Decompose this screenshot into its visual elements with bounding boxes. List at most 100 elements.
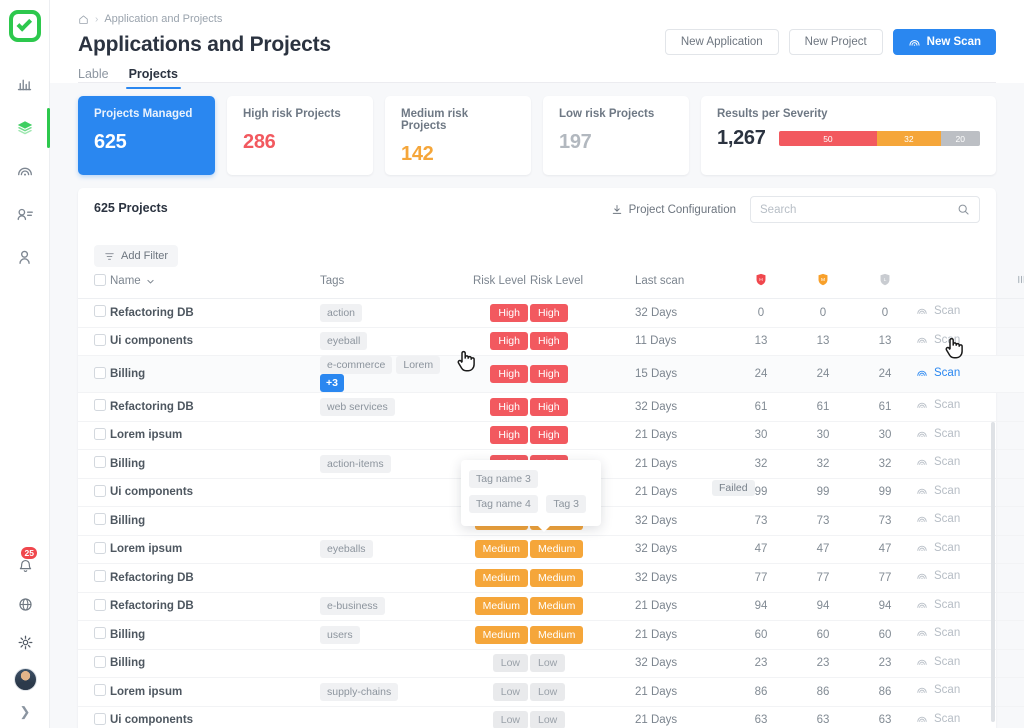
popover-tag[interactable]: Tag name 3	[469, 470, 538, 488]
scan-button[interactable]: Scan	[916, 570, 960, 582]
column-options-button[interactable]	[1006, 267, 1024, 299]
row-checkbox[interactable]	[94, 627, 106, 639]
tag-chip[interactable]: Lorem	[396, 356, 440, 374]
sidebar-item-projects[interactable]	[0, 111, 50, 144]
tag-chip[interactable]: supply-chains	[320, 683, 398, 701]
sidebar-item-dashboard[interactable]	[0, 68, 50, 101]
avatar[interactable]	[14, 668, 37, 691]
globe-button[interactable]	[13, 592, 37, 616]
row-name[interactable]: Billing	[110, 621, 320, 650]
column-header-low-severity[interactable]: L	[854, 267, 916, 299]
column-header-risk-level-1[interactable]: Risk Level	[470, 267, 530, 299]
tag-chip[interactable]: action	[320, 304, 362, 322]
row-name[interactable]: Billing	[110, 356, 320, 393]
row-scan-action[interactable]: Scan	[916, 393, 1006, 422]
table-scrollbar[interactable]	[991, 422, 995, 722]
tag-chip[interactable]: users	[320, 626, 360, 644]
table-row[interactable]: BillingLowLow32 Days232323Scan	[78, 649, 1024, 678]
tag-chip[interactable]: e-commerce	[320, 356, 392, 374]
scan-button[interactable]: Scan	[916, 367, 960, 379]
tab-projects[interactable]: Projects	[129, 67, 178, 89]
row-name[interactable]: Lorem ipsum	[110, 678, 320, 707]
row-checkbox[interactable]	[94, 656, 106, 668]
card-projects-managed[interactable]: Projects Managed 625	[78, 96, 215, 175]
tag-chip[interactable]: eyeball	[320, 332, 367, 350]
scan-button[interactable]: Scan	[916, 456, 960, 468]
row-checkbox[interactable]	[94, 456, 106, 468]
row-checkbox[interactable]	[94, 542, 106, 554]
tag-chip[interactable]: e-business	[320, 597, 385, 615]
row-scan-action[interactable]: Scan	[916, 356, 1006, 393]
tag-chip[interactable]: web services	[320, 398, 395, 416]
row-name[interactable]: Refactoring DB	[110, 299, 320, 328]
column-header-tags[interactable]: Tags	[320, 267, 470, 299]
column-header-risk-level-2[interactable]: Risk Level	[530, 267, 635, 299]
table-row[interactable]: Billinge-commerceLorem+3HighHigh15 Days2…	[78, 356, 1024, 393]
tab-lable[interactable]: Lable	[78, 67, 109, 89]
tag-chip[interactable]: eyeballs	[320, 540, 373, 558]
row-scan-action[interactable]: Scan	[916, 299, 1006, 328]
column-header-name[interactable]: Name	[110, 267, 320, 299]
card-low-risk-projects[interactable]: Low risk Projects 197	[543, 96, 689, 175]
row-name[interactable]: Ui components	[110, 478, 320, 507]
scan-button[interactable]: Scan	[916, 485, 960, 497]
row-checkbox[interactable]	[94, 305, 106, 317]
new-project-button[interactable]: New Project	[789, 29, 883, 55]
project-configuration-button[interactable]: Project Configuration	[611, 204, 736, 216]
app-logo[interactable]	[9, 10, 41, 42]
column-header-last-scan[interactable]: Last scan	[635, 267, 730, 299]
settings-button[interactable]	[13, 630, 37, 654]
scan-button[interactable]: Scan	[916, 513, 960, 525]
add-filter-button[interactable]: Add Filter	[94, 245, 178, 267]
row-name[interactable]: Refactoring DB	[110, 592, 320, 621]
table-row[interactable]: Ui componentseyeballHighHigh11 Days13131…	[78, 327, 1024, 356]
table-row[interactable]: Refactoring DBMediumMedium32 Days777777S…	[78, 564, 1024, 593]
scan-button[interactable]: Scan	[916, 334, 960, 346]
scan-button[interactable]: Scan	[916, 542, 960, 554]
popover-tag[interactable]: Tag name 4	[469, 495, 538, 513]
scan-button[interactable]: Scan	[916, 713, 960, 725]
row-name[interactable]: Ui components	[110, 706, 320, 728]
search-box[interactable]	[750, 196, 980, 223]
table-row[interactable]: Refactoring DBe-businessMediumMedium21 D…	[78, 592, 1024, 621]
row-checkbox[interactable]	[94, 570, 106, 582]
table-row[interactable]: Ui componentsLowLow21 Days636363Scan	[78, 706, 1024, 728]
row-checkbox[interactable]	[94, 399, 106, 411]
sidebar-item-access[interactable]	[0, 197, 50, 230]
row-name[interactable]: Lorem ipsum	[110, 421, 320, 450]
row-name[interactable]: Billing	[110, 649, 320, 678]
tag-more-chip[interactable]: +3	[320, 374, 344, 392]
scan-button[interactable]: Scan	[916, 305, 960, 317]
row-checkbox[interactable]	[94, 599, 106, 611]
scan-button[interactable]: Scan	[916, 428, 960, 440]
table-row[interactable]: Lorem ipsumsupply-chainsLowLow21 Days868…	[78, 678, 1024, 707]
row-checkbox[interactable]	[94, 367, 106, 379]
popover-tag[interactable]: Tag 3	[546, 495, 586, 513]
card-high-risk-projects[interactable]: High risk Projects 286	[227, 96, 373, 175]
select-all-checkbox[interactable]	[94, 274, 106, 286]
row-checkbox[interactable]	[94, 713, 106, 725]
row-checkbox[interactable]	[94, 513, 106, 525]
scan-button[interactable]: Scan	[916, 656, 960, 668]
row-name[interactable]: Refactoring DB	[110, 393, 320, 422]
column-header-high-severity[interactable]: H	[730, 267, 792, 299]
expand-sidebar-button[interactable]: ❯	[20, 705, 31, 718]
row-scan-action[interactable]: Scan	[916, 327, 1006, 356]
scan-button[interactable]: Scan	[916, 627, 960, 639]
tag-chip[interactable]: action-items	[320, 455, 391, 473]
sidebar-item-scans[interactable]	[0, 154, 50, 187]
notifications-button[interactable]: 25	[13, 554, 37, 578]
row-name[interactable]: Billing	[110, 450, 320, 479]
row-name[interactable]: Billing	[110, 507, 320, 536]
row-checkbox[interactable]	[94, 684, 106, 696]
row-name[interactable]: Ui components	[110, 327, 320, 356]
sidebar-item-users[interactable]	[0, 240, 50, 273]
table-row[interactable]: Lorem ipsumHighHigh21 Days303030Scan	[78, 421, 1024, 450]
row-name[interactable]: Lorem ipsum	[110, 535, 320, 564]
table-row[interactable]: Lorem ipsumeyeballsMediumMedium32 Days47…	[78, 535, 1024, 564]
row-checkbox[interactable]	[94, 428, 106, 440]
scan-button[interactable]: Scan	[916, 399, 960, 411]
column-header-medium-severity[interactable]: M	[792, 267, 854, 299]
table-row[interactable]: Refactoring DBactionHighHigh32 Days000Sc…	[78, 299, 1024, 328]
scan-button[interactable]: Scan	[916, 684, 960, 696]
